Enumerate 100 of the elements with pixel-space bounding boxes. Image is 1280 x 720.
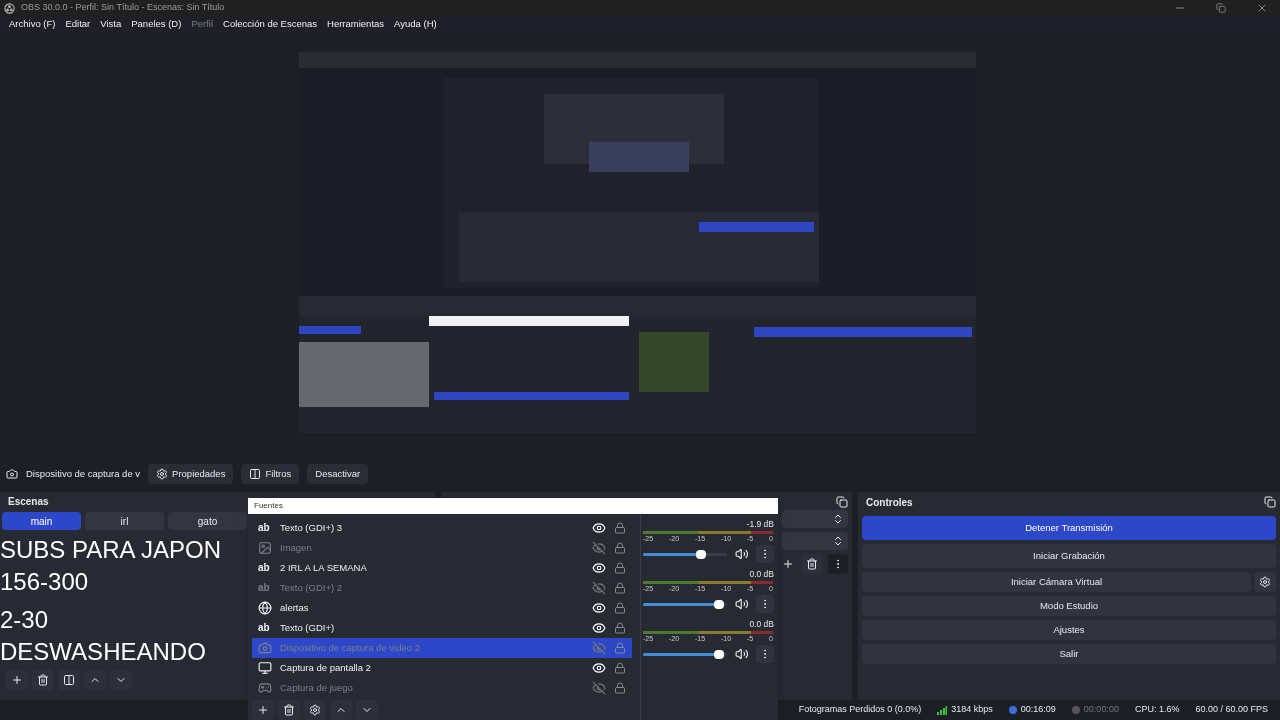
more-button[interactable] (756, 545, 774, 564)
volume-slider[interactable] (643, 552, 727, 556)
scene-text: DESWASHEANDO (0, 637, 206, 667)
settings-button[interactable] (1254, 572, 1276, 592)
source-name: Captura de pantalla 2 (280, 660, 372, 675)
window-title: Fuentes (254, 500, 283, 512)
text-icon: ab (258, 563, 272, 573)
menu-item[interactable]: Herramientas (322, 16, 390, 32)
globe-icon (258, 601, 272, 615)
menu-item[interactable]: Archivo (F) (4, 16, 61, 32)
slider-handle[interactable] (714, 649, 725, 659)
lock-icon[interactable] (614, 522, 626, 534)
eye-icon[interactable] (592, 521, 606, 535)
slider-handle[interactable] (695, 549, 706, 559)
lock-icon[interactable] (614, 582, 626, 594)
slider-handle[interactable] (714, 599, 725, 609)
source-item[interactable]: ab Texto (GDI+) 3 (252, 518, 632, 538)
cpu-usage: CPU: 1.6% (1134, 703, 1180, 717)
more-button[interactable] (756, 595, 774, 614)
eye-icon[interactable] (592, 561, 606, 575)
updown-icon (832, 535, 844, 547)
speaker-icon[interactable] (734, 547, 749, 562)
eye-icon[interactable] (592, 661, 606, 675)
scene-text: 2-30 (0, 605, 49, 635)
scene-item[interactable]: irl (85, 512, 164, 530)
gear-icon (309, 704, 321, 716)
source-item[interactable]: Captura de pantalla 2 (252, 658, 632, 678)
dropped-frames: Fotogramas Perdidos 0 (0.0%) (798, 703, 922, 717)
source-item[interactable]: alertas (252, 598, 632, 618)
eye-off-icon[interactable] (592, 541, 606, 555)
close-icon[interactable] (1256, 2, 1268, 14)
monitor-icon (258, 661, 272, 675)
toolbar-button[interactable]: Filtros (241, 464, 300, 484)
scene-item[interactable]: main (2, 512, 81, 530)
speaker-icon[interactable] (734, 647, 749, 662)
delete-button[interactable] (278, 700, 300, 720)
lock-icon[interactable] (614, 622, 626, 634)
source-name: Dispositivo de captura de video 2 (280, 640, 421, 655)
more-button[interactable] (756, 645, 774, 664)
filter-button[interactable] (58, 670, 80, 690)
menu-item[interactable]: Editar (60, 16, 96, 32)
control-button[interactable]: Iniciar Grabación (862, 544, 1276, 568)
source-item[interactable]: Imagen (252, 538, 632, 558)
move-up-button[interactable] (330, 700, 352, 720)
scene-item[interactable]: gato (168, 512, 247, 530)
speaker-icon[interactable] (734, 597, 749, 612)
lock-icon[interactable] (614, 542, 626, 554)
menu-item[interactable]: Paneles (D) (126, 16, 187, 32)
lock-icon[interactable] (614, 602, 626, 614)
eye-off-icon[interactable] (592, 581, 606, 595)
eye-off-icon[interactable] (592, 681, 606, 695)
record-indicator-icon (1071, 706, 1080, 714)
source-item[interactable]: ab Texto (GDI+) (252, 618, 632, 638)
plus-icon (11, 674, 23, 686)
add-button[interactable] (6, 670, 28, 690)
source-name: Texto (GDI+) 2 (280, 580, 344, 595)
selected-source-name: Dispositivo de captura de v (26, 466, 141, 481)
toolbar-button[interactable]: Propiedades (148, 464, 234, 484)
toolbar-button[interactable]: Desactivar (307, 464, 369, 484)
lock-icon[interactable] (614, 662, 626, 674)
camera-icon (6, 468, 18, 480)
eye-icon[interactable] (592, 621, 606, 635)
source-item[interactable]: ab Texto (GDI+) 2 (252, 578, 632, 598)
plus-icon (782, 558, 794, 570)
control-button[interactable]: Ajustes (862, 620, 1276, 640)
restore-icon[interactable] (1216, 3, 1226, 13)
add-button[interactable] (252, 700, 274, 720)
text-icon: ab (258, 583, 272, 593)
lock-icon[interactable] (614, 562, 626, 574)
control-button[interactable]: Detener Transmisión (862, 516, 1276, 540)
menu-item[interactable]: Ayuda (H) (389, 16, 442, 32)
move-down-button[interactable] (356, 700, 378, 720)
undock-icon[interactable] (1264, 496, 1276, 508)
stream-time: 00:16:09 (1020, 703, 1056, 717)
panel-title: Controles (866, 495, 913, 510)
lock-icon[interactable] (614, 682, 626, 694)
undock-icon[interactable] (836, 496, 848, 508)
updown-icon (832, 513, 844, 525)
menu-item[interactable]: Vista (95, 16, 127, 32)
control-button[interactable]: Modo Estudio (862, 596, 1276, 616)
control-button[interactable]: Salir (862, 644, 1276, 664)
image-icon (258, 541, 272, 555)
delete-button[interactable] (32, 670, 54, 690)
gear-icon (1259, 576, 1271, 588)
window-title: OBS 30.0.0 - Perfil: Sin Título - Escenas: Sin Título (21, 1, 225, 15)
trash-icon (283, 704, 295, 716)
settings-button[interactable] (304, 700, 326, 720)
move-up-button[interactable] (84, 670, 106, 690)
move-down-button[interactable] (110, 670, 132, 690)
filter-icon (249, 468, 262, 480)
scene-text: 156-300 (0, 567, 89, 597)
source-item[interactable]: ab 2 IRL A LA SEMANA (252, 558, 632, 578)
volume-reading: -1.9 dB (746, 518, 774, 531)
menu-item[interactable]: Colección de Escenas (218, 16, 323, 32)
delete-button[interactable] (802, 554, 822, 574)
eye-icon[interactable] (592, 601, 606, 615)
control-button[interactable]: Iniciar Cámara Virtual (862, 572, 1251, 592)
text-icon: ab (258, 523, 272, 533)
source-item[interactable]: Captura de juego (252, 678, 632, 698)
panel-title: Escenas (8, 494, 49, 509)
